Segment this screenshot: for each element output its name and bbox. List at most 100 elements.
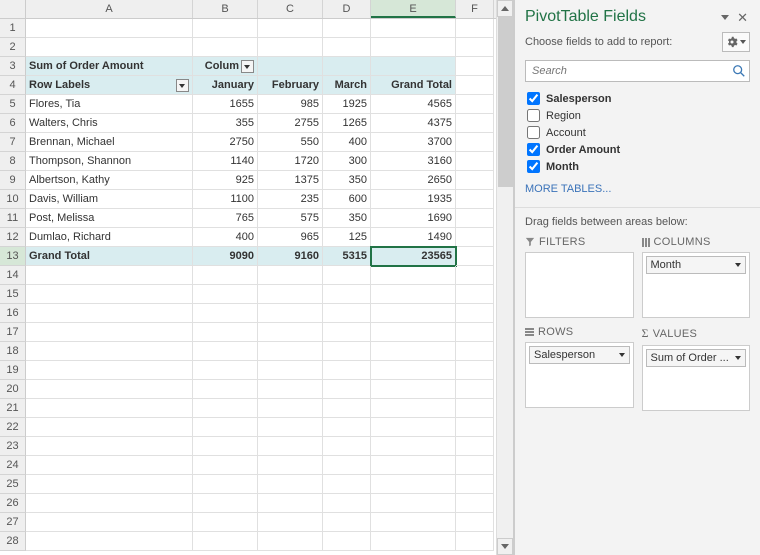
cell-E18[interactable] xyxy=(371,342,456,361)
row-header-24[interactable]: 24 xyxy=(0,456,26,475)
cell-E27[interactable] xyxy=(371,513,456,532)
cell-E16[interactable] xyxy=(371,304,456,323)
cell-B5[interactable]: 1655 xyxy=(193,95,258,114)
row-header-10[interactable]: 10 xyxy=(0,190,26,209)
col-header-A[interactable]: A xyxy=(26,0,193,18)
cell-A1[interactable] xyxy=(26,19,193,38)
cell-C17[interactable] xyxy=(258,323,323,342)
cell-E3[interactable] xyxy=(371,57,456,76)
cell-D9[interactable]: 350 xyxy=(323,171,371,190)
row-header-17[interactable]: 17 xyxy=(0,323,26,342)
row-header-11[interactable]: 11 xyxy=(0,209,26,228)
cell-F12[interactable] xyxy=(456,228,494,247)
cell-D27[interactable] xyxy=(323,513,371,532)
row-header-4[interactable]: 4 xyxy=(0,76,26,95)
cell-D22[interactable] xyxy=(323,418,371,437)
cell-C5[interactable]: 985 xyxy=(258,95,323,114)
row-header-2[interactable]: 2 xyxy=(0,38,26,57)
cell-D2[interactable] xyxy=(323,38,371,57)
cell-E1[interactable] xyxy=(371,19,456,38)
cell-F14[interactable] xyxy=(456,266,494,285)
cell-A23[interactable] xyxy=(26,437,193,456)
cell-A4[interactable]: Row Labels xyxy=(26,76,193,95)
cell-F27[interactable] xyxy=(456,513,494,532)
cell-C26[interactable] xyxy=(258,494,323,513)
row-header-20[interactable]: 20 xyxy=(0,380,26,399)
cell-F25[interactable] xyxy=(456,475,494,494)
cell-F26[interactable] xyxy=(456,494,494,513)
field-account-checkbox[interactable] xyxy=(527,126,540,139)
columns-dropzone[interactable]: Month xyxy=(642,252,751,318)
cell-A14[interactable] xyxy=(26,266,193,285)
cell-D7[interactable]: 400 xyxy=(323,133,371,152)
cell-F13[interactable] xyxy=(456,247,494,266)
cell-E5[interactable]: 4565 xyxy=(371,95,456,114)
cell-C14[interactable] xyxy=(258,266,323,285)
cell-C6[interactable]: 2755 xyxy=(258,114,323,133)
row-header-12[interactable]: 12 xyxy=(0,228,26,247)
cell-D3[interactable] xyxy=(323,57,371,76)
cell-C9[interactable]: 1375 xyxy=(258,171,323,190)
cell-C20[interactable] xyxy=(258,380,323,399)
cell-E10[interactable]: 1935 xyxy=(371,190,456,209)
cell-B19[interactable] xyxy=(193,361,258,380)
cell-A27[interactable] xyxy=(26,513,193,532)
cell-B8[interactable]: 1140 xyxy=(193,152,258,171)
cell-A11[interactable]: Post, Melissa xyxy=(26,209,193,228)
col-header-D[interactable]: D xyxy=(323,0,371,18)
vertical-scrollbar[interactable] xyxy=(496,0,513,555)
col-header-E[interactable]: E xyxy=(371,0,456,18)
cell-D10[interactable]: 600 xyxy=(323,190,371,209)
cell-A28[interactable] xyxy=(26,532,193,551)
row-header-27[interactable]: 27 xyxy=(0,513,26,532)
cell-A16[interactable] xyxy=(26,304,193,323)
cell-C18[interactable] xyxy=(258,342,323,361)
cell-F21[interactable] xyxy=(456,399,494,418)
columns-area[interactable]: COLUMNS Month xyxy=(642,236,751,318)
cell-E25[interactable] xyxy=(371,475,456,494)
filters-dropzone[interactable] xyxy=(525,252,634,318)
cell-C27[interactable] xyxy=(258,513,323,532)
cell-D11[interactable]: 350 xyxy=(323,209,371,228)
col-header-C[interactable]: C xyxy=(258,0,323,18)
cell-F24[interactable] xyxy=(456,456,494,475)
cell-F16[interactable] xyxy=(456,304,494,323)
rows-dropzone[interactable]: Salesperson xyxy=(525,342,634,408)
cell-D26[interactable] xyxy=(323,494,371,513)
cell-D14[interactable] xyxy=(323,266,371,285)
field-list-options-button[interactable] xyxy=(722,32,750,52)
cell-F22[interactable] xyxy=(456,418,494,437)
cell-C25[interactable] xyxy=(258,475,323,494)
cell-A6[interactable]: Walters, Chris xyxy=(26,114,193,133)
cell-D15[interactable] xyxy=(323,285,371,304)
cell-F5[interactable] xyxy=(456,95,494,114)
cell-A7[interactable]: Brennan, Michael xyxy=(26,133,193,152)
cell-A26[interactable] xyxy=(26,494,193,513)
cell-F23[interactable] xyxy=(456,437,494,456)
cell-C28[interactable] xyxy=(258,532,323,551)
cell-D21[interactable] xyxy=(323,399,371,418)
cell-D24[interactable] xyxy=(323,456,371,475)
field-order-amount-checkbox[interactable] xyxy=(527,143,540,156)
cell-D18[interactable] xyxy=(323,342,371,361)
field-order-amount[interactable]: Order Amount xyxy=(525,141,750,158)
cell-A22[interactable] xyxy=(26,418,193,437)
cell-A2[interactable] xyxy=(26,38,193,57)
cell-F2[interactable] xyxy=(456,38,494,57)
cell-C13[interactable]: 9160 xyxy=(258,247,323,266)
row-header-5[interactable]: 5 xyxy=(0,95,26,114)
cell-B16[interactable] xyxy=(193,304,258,323)
row-header-13[interactable]: 13 xyxy=(0,247,26,266)
cell-B17[interactable] xyxy=(193,323,258,342)
row-header-7[interactable]: 7 xyxy=(0,133,26,152)
cell-E17[interactable] xyxy=(371,323,456,342)
cell-F17[interactable] xyxy=(456,323,494,342)
cell-D28[interactable] xyxy=(323,532,371,551)
cell-A9[interactable]: Albertson, Kathy xyxy=(26,171,193,190)
cell-E21[interactable] xyxy=(371,399,456,418)
field-region[interactable]: Region xyxy=(525,107,750,124)
cell-F7[interactable] xyxy=(456,133,494,152)
cell-B13[interactable]: 9090 xyxy=(193,247,258,266)
cell-D20[interactable] xyxy=(323,380,371,399)
cell-D23[interactable] xyxy=(323,437,371,456)
